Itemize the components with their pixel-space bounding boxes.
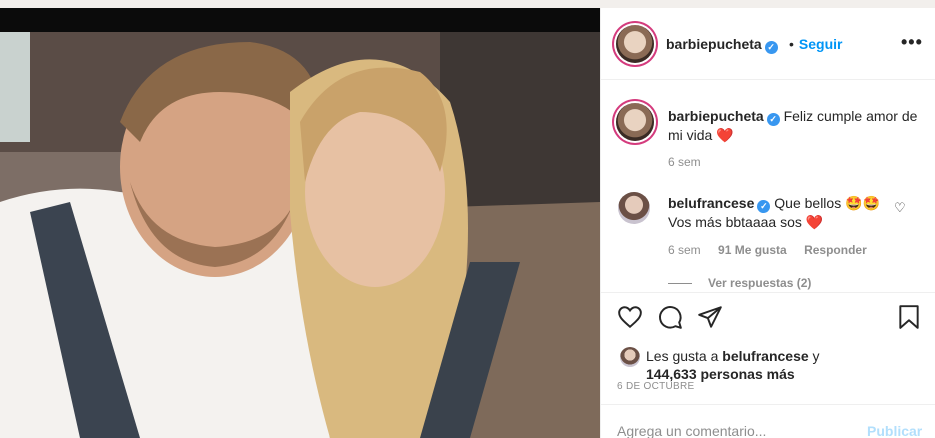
red-heart-emoji: ❤️ bbox=[805, 214, 824, 230]
commenter-username[interactable]: belufrancese ✓ bbox=[668, 195, 771, 213]
view-replies-label[interactable]: Ver respuestas (2) bbox=[708, 276, 811, 290]
follow-label[interactable]: Seguir bbox=[799, 36, 843, 52]
post-date[interactable]: 6 DE OCTUBRE bbox=[617, 381, 695, 392]
add-comment-bar: Agrega un comentario... Publicar bbox=[601, 404, 935, 438]
more-options-icon[interactable]: ••• bbox=[901, 32, 923, 53]
replies-line bbox=[668, 283, 692, 285]
caption-text: barbiepucheta ✓ Feliz cumple amor de mi v… bbox=[668, 107, 918, 144]
caption-username[interactable]: barbiepucheta ✓ bbox=[668, 108, 780, 126]
publish-button[interactable]: Publicar bbox=[867, 423, 922, 438]
verified-badge-icon: ✓ bbox=[757, 200, 771, 213]
post-side-panel: barbiepucheta ✓ • Seguir ••• barbiepucheta… bbox=[600, 8, 935, 438]
share-icon[interactable] bbox=[697, 304, 725, 332]
comment-like-heart-icon[interactable]: ♡ bbox=[894, 200, 906, 216]
verified-badge-icon: ✓ bbox=[766, 113, 780, 126]
likes-text: Les gusta a belufrancese y 144,633 perso… bbox=[646, 347, 916, 383]
comment-likes[interactable]: 91 Me gusta bbox=[718, 243, 787, 257]
heart-icon[interactable] bbox=[617, 304, 645, 332]
separator-dot: • bbox=[789, 36, 794, 52]
commenter-avatar[interactable] bbox=[618, 192, 650, 224]
liker-avatar[interactable] bbox=[620, 347, 640, 367]
likes-count[interactable]: 144,633 personas más bbox=[646, 366, 795, 382]
top-strip bbox=[0, 0, 935, 8]
caption-avatar[interactable] bbox=[616, 103, 654, 141]
comment-time[interactable]: 6 sem bbox=[668, 243, 701, 257]
bookmark-icon[interactable] bbox=[896, 304, 924, 332]
likes-suffix: y bbox=[812, 348, 820, 364]
comment-line-2: Vos más bbtaaaa sos bbox=[668, 214, 802, 230]
commenter-username-text[interactable]: belufrancese bbox=[668, 195, 754, 211]
red-heart-emoji: ❤️ bbox=[716, 127, 734, 143]
follow-button[interactable]: • Seguir bbox=[789, 36, 842, 52]
comment-meta: 6 sem 91 Me gusta Responder bbox=[668, 243, 881, 257]
author-avatar[interactable] bbox=[616, 25, 654, 63]
author-username[interactable]: barbiepucheta ✓ bbox=[666, 36, 778, 54]
verified-badge-icon: ✓ bbox=[764, 41, 778, 54]
post-actions bbox=[601, 300, 935, 340]
photo-top-band bbox=[0, 8, 600, 32]
post-header: barbiepucheta ✓ • Seguir ••• bbox=[601, 8, 935, 80]
comment-input[interactable]: Agrega un comentario... bbox=[617, 423, 766, 438]
post-photo[interactable] bbox=[0, 32, 600, 438]
comments-section[interactable]: barbiepucheta ✓ Feliz cumple amor de mi v… bbox=[601, 88, 935, 293]
likes-prefix: Les gusta a bbox=[646, 348, 719, 364]
caption-username-text[interactable]: barbiepucheta bbox=[668, 108, 764, 124]
reply-button[interactable]: Responder bbox=[804, 243, 867, 257]
liker-username[interactable]: belufrancese bbox=[722, 348, 808, 364]
comment-icon[interactable] bbox=[657, 304, 685, 332]
view-replies-button[interactable]: Ver respuestas (2) bbox=[668, 276, 811, 290]
author-username-text[interactable]: barbiepucheta bbox=[666, 36, 762, 52]
comment-line-1: Que bellos 🤩🤩 bbox=[774, 195, 880, 211]
caption-time[interactable]: 6 sem bbox=[668, 155, 701, 169]
comment-text: belufrancese ✓ Que bellos 🤩🤩 Vos más bbta… bbox=[668, 194, 893, 231]
couple-selfie-image bbox=[0, 32, 600, 438]
